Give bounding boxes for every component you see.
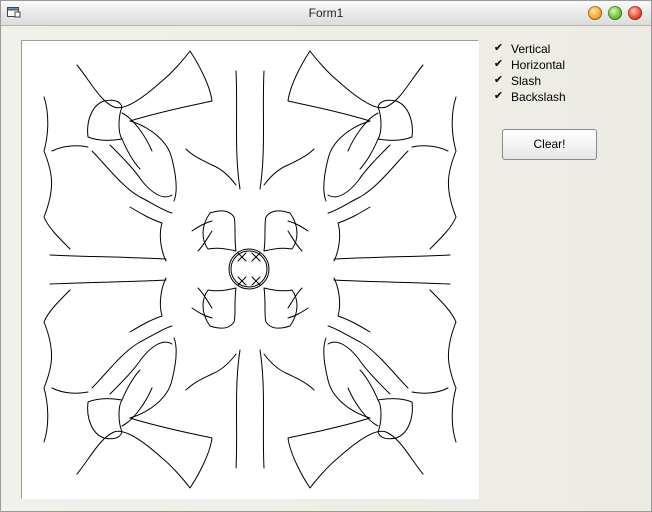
drawn-stroke — [121, 138, 141, 170]
drawing-canvas[interactable] — [21, 40, 479, 499]
options-group: ✔ Vertical ✔ Horizontal ✔ Slash ✔ Backsl… — [493, 41, 613, 105]
vertical-option[interactable]: ✔ Vertical — [493, 41, 613, 57]
drawn-stroke — [109, 144, 173, 198]
checkmark-icon[interactable]: ✔ — [493, 59, 504, 70]
window-title: Form1 — [308, 6, 344, 20]
option-label: Backslash — [511, 90, 566, 104]
center-cross — [237, 252, 261, 286]
drawn-stroke — [235, 70, 241, 190]
checkmark-icon[interactable]: ✔ — [493, 91, 504, 102]
backslash-option[interactable]: ✔ Backslash — [493, 89, 613, 105]
drawn-stroke — [87, 99, 123, 141]
minimize-icon[interactable] — [588, 6, 602, 20]
slash-option[interactable]: ✔ Slash — [493, 73, 613, 89]
drawn-stroke — [129, 206, 167, 262]
option-label: Vertical — [511, 42, 551, 56]
drawn-stroke — [129, 120, 177, 202]
drawn-stroke — [43, 96, 71, 250]
checkmark-icon[interactable]: ✔ — [493, 75, 504, 86]
drawn-stroke — [202, 210, 237, 252]
horizontal-option[interactable]: ✔ Horizontal — [493, 57, 613, 73]
symmetric-drawing — [43, 50, 457, 489]
drawn-stroke — [49, 254, 167, 260]
drawn-stroke — [76, 50, 213, 122]
checkmark-icon[interactable]: ✔ — [493, 43, 504, 54]
drawn-stroke — [51, 145, 89, 152]
app-window: Form1 ✔ Vertical ✔ Horizontal ✔ Slash ✔ … — [0, 0, 652, 512]
maximize-icon[interactable] — [608, 6, 622, 20]
option-label: Slash — [511, 74, 542, 88]
close-icon[interactable] — [628, 6, 642, 20]
clear-button[interactable]: Clear! — [502, 129, 597, 160]
drawn-stroke — [185, 148, 237, 186]
drawn-stroke — [191, 220, 213, 232]
option-label: Horizontal — [511, 58, 566, 72]
drawn-stroke — [197, 230, 213, 252]
title-bar[interactable]: Form1 — [1, 1, 651, 26]
center-ring-inner — [230, 250, 268, 288]
drawn-stroke — [91, 150, 173, 214]
center-ring — [228, 248, 270, 290]
